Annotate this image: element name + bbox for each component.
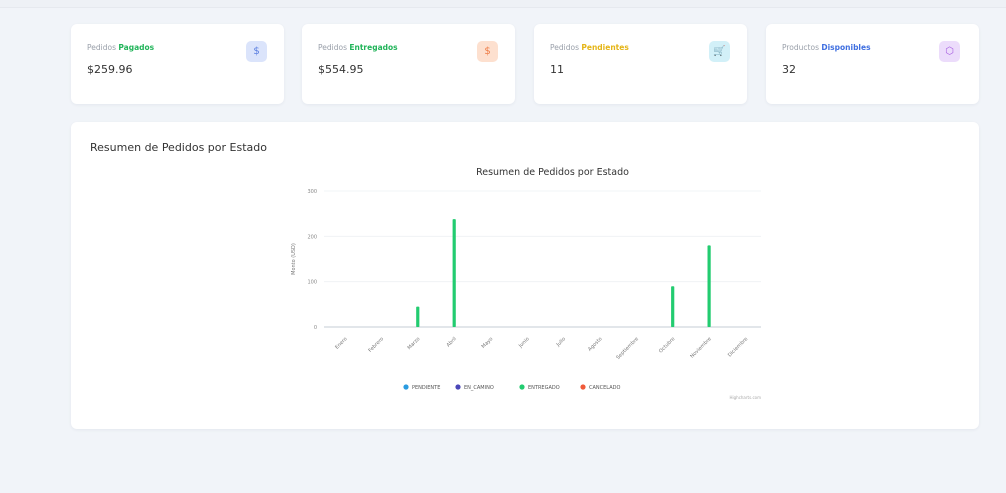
legend-marker [519, 384, 525, 390]
card-productos-disponibles: Productos Disponibles 32 ⬡ [766, 24, 979, 104]
dollar-icon: $ [477, 41, 498, 62]
legend-label: PENDIENTE [412, 385, 440, 391]
card-title: Pedidos Pendientes [550, 43, 629, 52]
chart-title: Resumen de Pedidos por Estado [476, 167, 629, 178]
card-title-highlight: Pendientes [581, 43, 629, 52]
x-tick-label: Octubre [658, 336, 676, 354]
card-value: $554.95 [318, 63, 364, 76]
chart-credit: Highcharts.com [730, 395, 762, 400]
card-value: 32 [782, 63, 796, 76]
card-pedidos-pagados: Pedidos Pagados $259.96 $ [71, 24, 284, 104]
card-title-highlight: Pagados [118, 43, 155, 52]
card-title: Productos Disponibles [782, 43, 871, 52]
x-tick-label: Febrero [367, 336, 385, 354]
x-tick-label: Mayo [481, 336, 495, 350]
legend-label: CANCELADO [589, 385, 620, 391]
legend-marker [455, 384, 461, 390]
y-tick-label: 0 [314, 325, 317, 331]
card-title: Pedidos Entregados [318, 43, 398, 52]
card-value: $259.96 [87, 63, 133, 76]
x-tick-label: Diciembre [727, 336, 749, 358]
box-icon: ⬡ [939, 41, 960, 62]
cart-icon: 🛒 [709, 41, 730, 62]
x-tick-label: Agosto [587, 336, 603, 352]
x-tick-label: Enero [334, 336, 348, 350]
x-tick-label: Marzo [407, 336, 422, 351]
dollar-icon: $ [246, 41, 267, 62]
bar [416, 306, 420, 327]
y-tick-label: 200 [307, 234, 317, 240]
card-pedidos-entregados: Pedidos Entregados $554.95 $ [302, 24, 515, 104]
card-value: 11 [550, 63, 564, 76]
card-pedidos-pendientes: Pedidos Pendientes 11 🛒 [534, 24, 747, 104]
x-tick-label: Julio [555, 336, 567, 348]
legend-label: EN_CAMINO [464, 385, 494, 391]
orders-status-chart: Resumen de Pedidos por Estado Monto (USD)… [291, 167, 762, 400]
card-title-highlight: Entregados [349, 43, 398, 52]
x-tick-label: Junio [517, 336, 531, 350]
y-tick-label: 300 [307, 189, 317, 195]
bar [671, 286, 675, 327]
orders-status-panel: Resumen de Pedidos por Estado Resumen de… [71, 122, 979, 429]
legend-label: ENTREGADO [528, 385, 560, 391]
summary-cards: Pedidos Pagados $259.96 $ Pedidos Entreg… [71, 24, 979, 104]
bar [452, 219, 456, 327]
y-tick-label: 100 [307, 280, 317, 286]
x-tick-label: Noviembre [689, 336, 713, 360]
card-title: Pedidos Pagados [87, 43, 155, 52]
legend-marker [403, 384, 409, 390]
card-title-highlight: Disponibles [821, 43, 871, 52]
x-tick-label: Abril [446, 336, 458, 348]
top-bar [0, 0, 1006, 8]
bar [707, 245, 711, 327]
legend-marker [580, 384, 586, 390]
y-axis-label: Monto (USD) [291, 243, 297, 275]
x-tick-label: Septiembre [615, 336, 640, 361]
